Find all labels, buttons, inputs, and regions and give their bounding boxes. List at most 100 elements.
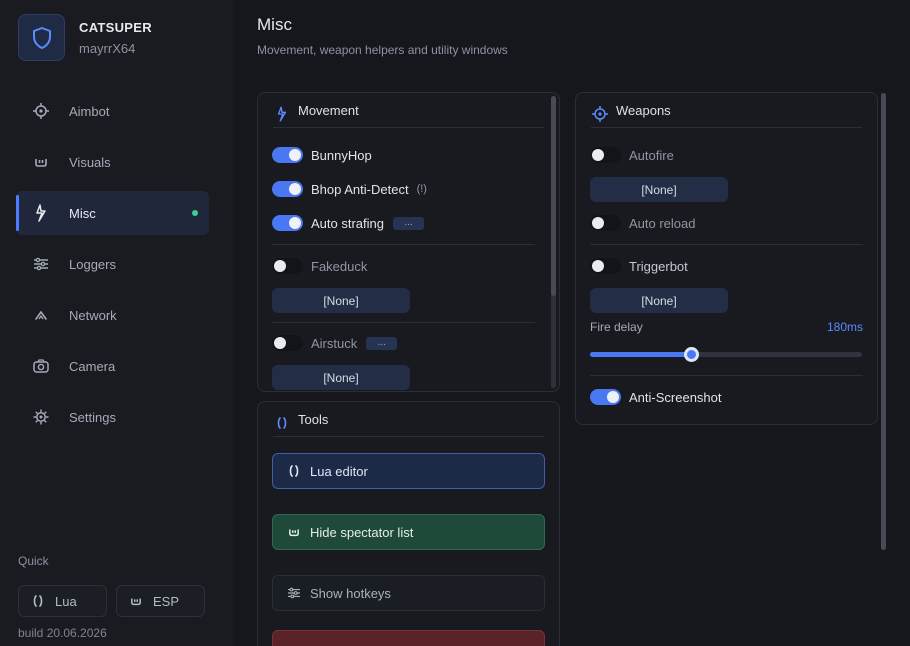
sliders-icon xyxy=(287,587,301,599)
fire-delay-label: Fire delay xyxy=(590,320,643,334)
sidebar-item-aimbot[interactable]: Aimbot xyxy=(16,89,209,133)
sidebar-item-label: Visuals xyxy=(69,154,111,170)
triggerbot-label: Triggerbot xyxy=(629,258,688,274)
autofire-toggle[interactable] xyxy=(590,147,621,163)
lua-editor-label: Lua editor xyxy=(310,463,368,479)
sidebar-item-camera[interactable]: Camera xyxy=(16,344,209,388)
airstuck-row: Airstuck ... xyxy=(272,335,398,351)
tools-panel-header: Tools xyxy=(273,402,544,437)
fire-delay-value: 180ms xyxy=(826,320,863,334)
sidebar-item-misc[interactable]: Misc xyxy=(16,191,209,235)
autofire-label: Autofire xyxy=(629,147,674,163)
triggerbot-keybind-button[interactable]: [None] xyxy=(590,288,728,313)
auto-strafing-toggle[interactable] xyxy=(272,215,303,231)
airstuck-more-button[interactable]: ... xyxy=(366,336,398,350)
sidebar-item-label: Misc xyxy=(69,205,96,221)
brand: CATSUPER mayrrX64 xyxy=(18,14,152,61)
sliders-icon xyxy=(32,255,50,273)
sidebar-item-label: Loggers xyxy=(69,256,116,272)
show-hotkeys-button[interactable]: Show hotkeys xyxy=(272,575,545,611)
hide-spectator-list-button[interactable]: Hide spectator list xyxy=(272,514,545,550)
movement-scrollbar-thumb[interactable] xyxy=(551,96,556,296)
fire-delay-slider-fill xyxy=(590,352,691,357)
airstuck-label: Airstuck xyxy=(311,335,358,351)
shield-icon xyxy=(18,14,65,61)
auto-reload-row: Auto reload xyxy=(590,215,696,231)
visuals-icon xyxy=(287,527,301,537)
anti-screenshot-toggle[interactable] xyxy=(590,389,621,405)
visuals-icon xyxy=(32,153,50,171)
divider xyxy=(590,244,863,245)
movement-panel-title: Movement xyxy=(298,102,359,118)
fire-delay-slider[interactable] xyxy=(590,347,862,362)
autofire-keybind-button[interactable]: [None] xyxy=(590,177,728,202)
airstuck-toggle[interactable] xyxy=(272,335,303,351)
bunnyhop-row: BunnyHop xyxy=(272,147,372,163)
auto-strafing-row: Auto strafing ... xyxy=(272,215,424,231)
airstuck-keybind-button[interactable]: [None] xyxy=(272,365,410,390)
bunnyhop-label: BunnyHop xyxy=(311,147,372,163)
fakeduck-toggle[interactable] xyxy=(272,258,303,274)
sidebar-nav: Aimbot Visuals Misc Loggers Network Came… xyxy=(16,89,209,446)
page-scrollbar[interactable] xyxy=(881,93,886,550)
bhop-antidetect-row: Bhop Anti-Detect (!) xyxy=(272,181,427,197)
brand-name: CATSUPER xyxy=(79,19,152,35)
anti-screenshot-label: Anti-Screenshot xyxy=(629,389,722,405)
sidebar-item-network[interactable]: Network xyxy=(16,293,209,337)
quick-esp-label: ESP xyxy=(153,593,180,609)
fakeduck-label: Fakeduck xyxy=(311,258,368,274)
crosshair-icon xyxy=(591,105,609,123)
weapons-panel-header: Weapons xyxy=(591,93,862,128)
fakeduck-keybind-button[interactable]: [None] xyxy=(272,288,410,313)
auto-strafing-more-button[interactable]: ... xyxy=(393,216,424,230)
weapons-panel-title: Weapons xyxy=(616,102,671,118)
anti-screenshot-row: Anti-Screenshot xyxy=(590,389,722,405)
network-icon xyxy=(32,306,50,324)
quick-esp-button[interactable]: ESP xyxy=(116,585,205,617)
auto-reload-toggle[interactable] xyxy=(590,215,621,231)
camera-icon xyxy=(32,357,50,375)
fakeduck-row: Fakeduck xyxy=(272,258,367,274)
active-indicator-dot xyxy=(192,210,198,216)
movement-scrollbar[interactable] xyxy=(551,96,556,388)
tools-panel-title: Tools xyxy=(298,411,329,427)
visuals-icon xyxy=(129,596,143,606)
lua-editor-button[interactable]: Lua editor xyxy=(272,453,545,489)
divider xyxy=(272,322,535,323)
triggerbot-row: Triggerbot xyxy=(590,258,688,274)
braces-icon xyxy=(31,595,45,607)
page-subtitle: Movement, weapon helpers and utility win… xyxy=(257,43,508,57)
brand-username: mayrrX64 xyxy=(79,40,136,56)
sidebar-item-settings[interactable]: Settings xyxy=(16,395,209,439)
bhop-antidetect-label: Bhop Anti-Detect xyxy=(311,181,409,197)
sidebar-item-label: Settings xyxy=(69,409,116,425)
movement-panel-header: Movement xyxy=(273,93,544,128)
triggerbot-toggle[interactable] xyxy=(590,258,621,274)
sidebar-item-loggers[interactable]: Loggers xyxy=(16,242,209,286)
bhop-warning-hint: (!) xyxy=(416,183,427,195)
show-hotkeys-label: Show hotkeys xyxy=(310,585,391,601)
bunnyhop-toggle[interactable] xyxy=(272,147,303,163)
bolt-icon xyxy=(273,105,291,123)
movement-panel: Movement BunnyHop Bhop Anti-Detect (!) A… xyxy=(257,92,560,392)
danger-tool-button[interactable] xyxy=(272,630,545,646)
page-title: Misc xyxy=(257,15,292,34)
tools-panel: Tools Lua editor Hide spectator list Sho… xyxy=(257,401,560,646)
bolt-icon xyxy=(32,204,50,222)
fire-delay-slider-handle[interactable] xyxy=(683,347,699,362)
braces-icon xyxy=(273,414,291,432)
divider xyxy=(272,244,535,245)
quick-lua-button[interactable]: Lua xyxy=(18,585,107,617)
build-version: build 20.06.2026 xyxy=(18,626,107,640)
hide-spectator-list-label: Hide spectator list xyxy=(310,524,414,540)
braces-icon xyxy=(287,465,301,477)
sidebar-item-visuals[interactable]: Visuals xyxy=(16,140,209,184)
bhop-antidetect-toggle[interactable] xyxy=(272,181,303,197)
weapons-panel: Weapons Autofire [None] Auto reload Trig… xyxy=(575,92,878,425)
auto-reload-label: Auto reload xyxy=(629,215,696,231)
page-scrollbar-thumb[interactable] xyxy=(881,93,886,550)
quick-label: Quick xyxy=(18,554,49,568)
auto-strafing-label: Auto strafing xyxy=(311,215,384,231)
sidebar: CATSUPER mayrrX64 Aimbot Visuals Misc Lo… xyxy=(0,0,234,646)
sidebar-item-label: Camera xyxy=(69,358,116,374)
